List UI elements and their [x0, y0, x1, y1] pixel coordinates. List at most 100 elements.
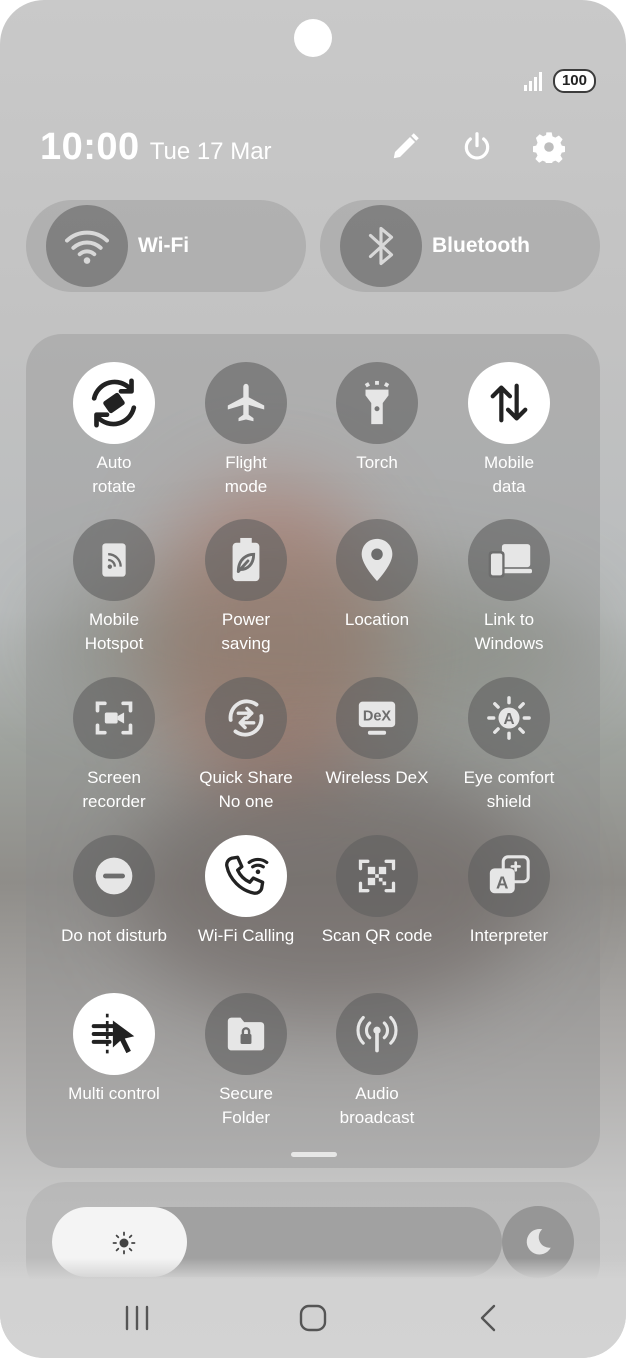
tile-quick-share[interactable]: Quick Share No one [180, 677, 312, 814]
tile-label: Audio [355, 1084, 399, 1103]
tile-multi-control[interactable]: Multi control [48, 993, 180, 1106]
tile-link-to-windows[interactable]: Link to Windows [443, 519, 575, 656]
location-toggle[interactable] [336, 519, 418, 601]
do-not-disturb-toggle[interactable] [73, 835, 155, 917]
tile-sublabel: Windows [474, 634, 544, 653]
power-saving-toggle[interactable] [205, 519, 287, 601]
tile-torch[interactable]: Torch [311, 362, 443, 475]
tile-audio-broadcast[interactable]: Audio broadcast [311, 993, 443, 1130]
tile-label: Multi control [68, 1084, 160, 1103]
tile-sublabel: shield [486, 792, 532, 811]
tile-label: Eye comfort [463, 768, 555, 787]
panel-expand-handle[interactable] [291, 1152, 337, 1157]
wireless-dex-toggle[interactable]: DeX [336, 677, 418, 759]
tile-wireless-dex[interactable]: DeX Wireless DeX [311, 677, 443, 790]
auto-rotate-toggle[interactable] [73, 362, 155, 444]
tile-label: Flight [225, 453, 267, 472]
eye-comfort-shield-toggle[interactable]: A [468, 677, 550, 759]
home-button[interactable] [278, 1290, 348, 1346]
clock-date[interactable]: Tue 17 Mar [150, 138, 272, 166]
torch-icon [364, 380, 390, 425]
gear-icon [533, 132, 565, 163]
tile-secure-folder[interactable]: Secure Folder [180, 993, 312, 1130]
tile-sublabel: recorder [82, 792, 146, 811]
link-windows-icon [488, 544, 532, 578]
tile-label: Scan QR code [321, 926, 433, 945]
status-bar: 100 [523, 68, 596, 94]
tile-flight-mode[interactable]: Flight mode [180, 362, 312, 499]
tile-wifi-calling[interactable]: Wi-Fi Calling [180, 835, 312, 948]
tile-label: Torch [356, 453, 398, 472]
back-icon [480, 1304, 496, 1332]
tile-sublabel: Folder [221, 1108, 271, 1127]
secure-folder-toggle[interactable] [205, 993, 287, 1075]
tile-location[interactable]: Location [311, 519, 443, 632]
mobile-data-icon [490, 383, 528, 423]
tile-label: Wi-Fi Calling [197, 926, 295, 945]
tile-sublabel: broadcast [339, 1108, 415, 1127]
tile-do-not-disturb[interactable]: Do not disturb [48, 835, 180, 948]
home-icon [299, 1304, 327, 1332]
tile-sublabel: No one [218, 792, 274, 811]
tile-auto-rotate[interactable]: Auto rotate [48, 362, 180, 499]
tile-label: Link to [483, 610, 535, 629]
flight-mode-toggle[interactable] [205, 362, 287, 444]
bluetooth-toggle[interactable] [340, 205, 422, 287]
tile-interpreter[interactable]: A Interpreter [443, 835, 575, 948]
wifi-calling-toggle[interactable] [205, 835, 287, 917]
battery-indicator: 100 [552, 69, 596, 93]
battery-leaf-icon [232, 537, 260, 582]
tile-sublabel: Hotspot [84, 634, 144, 653]
tile-sublabel: data [492, 477, 526, 496]
dex-icon: DeX [358, 701, 396, 735]
tile-label: Interpreter [469, 926, 549, 945]
interpreter-toggle[interactable]: A [468, 835, 550, 917]
do-not-disturb-icon [95, 857, 133, 895]
edit-button[interactable] [386, 128, 424, 166]
tile-mobile-hotspot[interactable]: Mobile Hotspot [48, 519, 180, 656]
wifi-icon [65, 230, 109, 264]
torch-toggle[interactable] [336, 362, 418, 444]
pencil-icon [393, 133, 419, 159]
link-to-windows-toggle[interactable] [468, 519, 550, 601]
mobile-data-toggle[interactable] [468, 362, 550, 444]
eye-comfort-icon: A [487, 696, 531, 740]
tile-label: Wireless DeX [325, 768, 429, 787]
tile-eye-comfort-shield[interactable]: A Eye comfort shield [443, 677, 575, 814]
screen-recorder-toggle[interactable] [73, 677, 155, 759]
wifi-toggle[interactable] [46, 205, 128, 287]
quick-share-toggle[interactable] [205, 677, 287, 759]
recent-apps-button[interactable] [102, 1290, 172, 1346]
airplane-icon [227, 383, 265, 422]
multi-control-toggle[interactable] [73, 993, 155, 1075]
power-button[interactable] [458, 128, 496, 166]
mobile-hotspot-toggle[interactable] [73, 519, 155, 601]
qr-code-icon [358, 859, 396, 893]
brightness-sun-icon [112, 1231, 136, 1255]
svg-text:DeX: DeX [363, 709, 392, 725]
tile-mobile-data[interactable]: Mobile data [443, 362, 575, 499]
quick-settings-panel: 100 10:00 Tue 17 Mar Wi-Fi Bluetooth Aut… [0, 0, 626, 1358]
hotspot-icon [102, 543, 126, 577]
tile-label: Quick Share [199, 768, 293, 787]
power-icon [464, 132, 490, 160]
clock-time[interactable]: 10:00 [40, 126, 140, 169]
settings-button[interactable] [530, 128, 568, 166]
auto-rotate-icon [91, 378, 137, 428]
navigation-bar [0, 1290, 626, 1346]
tile-sublabel: rotate [92, 477, 136, 496]
front-camera [294, 19, 332, 57]
audio-broadcast-toggle[interactable] [336, 993, 418, 1075]
tile-label: Do not disturb [61, 926, 167, 945]
tile-screen-recorder[interactable]: Screen recorder [48, 677, 180, 814]
bluetooth-tile[interactable]: Bluetooth [320, 200, 600, 292]
tile-label: Auto [96, 453, 132, 472]
recents-icon [125, 1305, 149, 1331]
tile-scan-qr-code[interactable]: Scan QR code [311, 835, 443, 948]
wifi-tile[interactable]: Wi-Fi [26, 200, 306, 292]
scan-qr-code-toggle[interactable] [336, 835, 418, 917]
tile-label: Mobile [483, 453, 535, 472]
back-button[interactable] [453, 1290, 523, 1346]
tile-power-saving[interactable]: Power saving [180, 519, 312, 656]
signal-icon [523, 72, 542, 91]
